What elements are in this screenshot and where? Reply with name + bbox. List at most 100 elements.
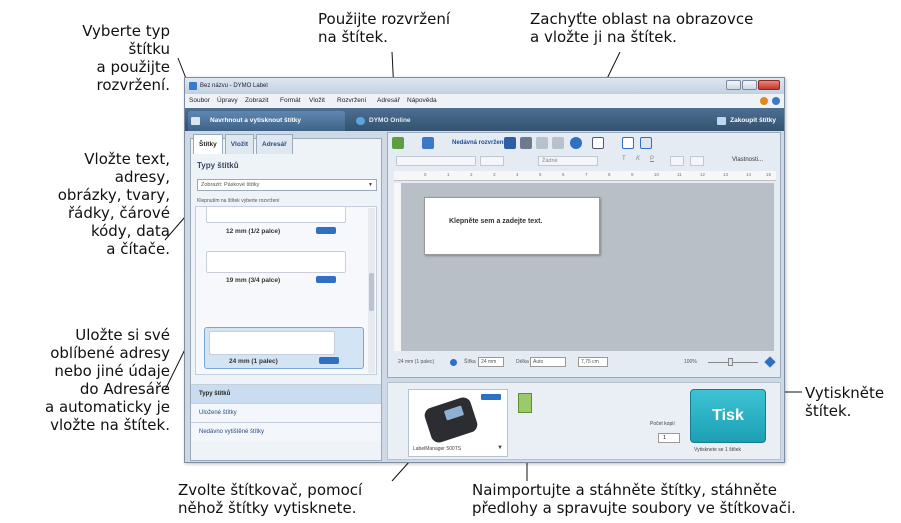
select-hint: Klepnutím na štítek vyberte rozvržení bbox=[197, 198, 280, 204]
label-item-19mm[interactable] bbox=[206, 251, 346, 273]
text-prompt: Klepněte sem a zadejte text. bbox=[449, 218, 543, 225]
length-input[interactable]: 7,75 cm bbox=[578, 357, 608, 367]
print-caption: Vytisknete se 1 štítek bbox=[694, 447, 742, 453]
tab-design-print[interactable]: Navrhnout a vytisknout štítky bbox=[188, 111, 345, 131]
callout-print: Vytiskněte štítek. bbox=[805, 384, 885, 420]
info-icon[interactable] bbox=[450, 359, 457, 366]
accordion-recent-labels[interactable]: Nedávno vytištěné štítky bbox=[191, 422, 381, 441]
properties-button[interactable]: Vlastnosti... bbox=[732, 157, 763, 163]
window-title: Bez názvu - DYMO Label bbox=[200, 83, 268, 89]
callout-capture: Zachyťte oblast na obrazovce a vložte ji… bbox=[530, 10, 754, 46]
menu-soubor[interactable]: Soubor bbox=[189, 94, 210, 108]
label-item-24mm-selected[interactable]: 24 mm (1 palec) bbox=[204, 327, 364, 369]
label-canvas: Klepněte sem a zadejte text. bbox=[402, 183, 774, 351]
ruler-tick: 12 bbox=[700, 172, 706, 177]
recent-layouts-button[interactable]: Nedávná rozvržení bbox=[438, 137, 505, 149]
label-filter-select[interactable]: Zobrazit: Páskové štítky ▼ bbox=[197, 179, 377, 191]
font-a-bold-icon[interactable] bbox=[640, 137, 652, 149]
font-a-icon[interactable] bbox=[622, 137, 634, 149]
layout-icon[interactable] bbox=[422, 137, 434, 149]
zoom-thumb[interactable] bbox=[728, 358, 733, 366]
print-icon[interactable] bbox=[520, 137, 532, 149]
accordion-label-types[interactable]: Typy štítků bbox=[191, 384, 381, 403]
tape-icon bbox=[481, 394, 501, 400]
font-select[interactable] bbox=[396, 156, 476, 166]
screen-capture-icon[interactable] bbox=[570, 137, 582, 149]
callout-import: Naimportujte a stáhněte štítky, stáhněte… bbox=[472, 481, 796, 517]
window-controls bbox=[726, 80, 780, 90]
ruler-tick: 7 bbox=[585, 172, 588, 177]
tape-icon bbox=[319, 357, 339, 364]
image-icon[interactable] bbox=[592, 137, 604, 149]
accordion-saved-labels[interactable]: Uložené štítky bbox=[191, 403, 381, 422]
print-button[interactable]: Tisk bbox=[690, 389, 766, 443]
menu-upravy[interactable]: Úpravy bbox=[217, 94, 238, 108]
buy-labels-button[interactable]: Zakoupit štítky bbox=[714, 111, 776, 131]
select-value: Páskové štítky bbox=[223, 182, 260, 188]
zoom-slider[interactable] bbox=[708, 362, 758, 363]
title-bar: Bez názvu - DYMO Label bbox=[185, 78, 784, 94]
menu-napoveda[interactable]: Nápověda bbox=[407, 94, 437, 108]
tab-online-label: DYMO Online bbox=[369, 117, 411, 124]
scroll-thumb[interactable] bbox=[369, 273, 374, 311]
align-left-button[interactable] bbox=[670, 156, 684, 166]
save-icon[interactable] bbox=[504, 137, 516, 149]
chevron-down-icon[interactable]: ▼ bbox=[497, 445, 503, 451]
menu-adresar[interactable]: Adresář bbox=[377, 94, 400, 108]
help-icon[interactable] bbox=[772, 97, 780, 105]
printer-name: LabelManager 500TS bbox=[413, 446, 462, 452]
insert-icon[interactable] bbox=[392, 137, 404, 149]
minimize-button[interactable] bbox=[726, 80, 741, 90]
ruler-tick: 13 bbox=[723, 172, 729, 177]
close-button[interactable] bbox=[758, 80, 780, 90]
style-select[interactable]: Žádné bbox=[538, 156, 598, 166]
vertical-ruler bbox=[394, 183, 402, 351]
tape-icon bbox=[316, 227, 336, 234]
bold-button[interactable]: T bbox=[622, 156, 626, 162]
menu-vlozit[interactable]: Vložit bbox=[309, 94, 325, 108]
maximize-button[interactable] bbox=[742, 80, 757, 90]
printer-image bbox=[422, 395, 480, 445]
editor-pane: Nedávná rozvržení Žádné T K P Vlastnosti… bbox=[387, 132, 781, 378]
status-bar: 24 mm (1 palec) Šířka 24 mm Délka Auto 7… bbox=[398, 355, 778, 369]
tab-insert[interactable]: Vložit bbox=[224, 134, 255, 154]
update-icon[interactable] bbox=[760, 97, 768, 105]
ruler-tick: 6 bbox=[562, 172, 565, 177]
copies-stepper[interactable]: 1 bbox=[658, 433, 680, 443]
ruler-tick: 4 bbox=[516, 172, 519, 177]
printer-panel: LabelManager 500TS ▼ Počet kopií 1 Tisk … bbox=[387, 382, 781, 460]
label-editor[interactable]: Klepněte sem a zadejte text. bbox=[424, 197, 600, 255]
undo-icon[interactable] bbox=[552, 137, 564, 149]
main-tabbar: Navrhnout a vytisknout štítky DYMO Onlin… bbox=[185, 108, 784, 131]
label-list: 12 mm (1/2 palce) 19 mm (3/4 palce) 24 m… bbox=[195, 206, 377, 375]
fit-icon[interactable] bbox=[764, 356, 776, 368]
copies-label: Počet kopií bbox=[650, 421, 675, 427]
ruler-tick: 5 bbox=[539, 172, 542, 177]
download-labels-button[interactable] bbox=[518, 393, 532, 413]
width-select[interactable]: 24 mm bbox=[478, 357, 504, 367]
menu-zobrazit[interactable]: Zobrazit bbox=[245, 94, 268, 108]
label-item-12mm[interactable] bbox=[206, 207, 346, 223]
label-list-scrollbar[interactable] bbox=[368, 208, 375, 373]
zoom-level: 100% bbox=[684, 359, 697, 365]
printer-selector[interactable]: LabelManager 500TS ▼ bbox=[408, 389, 508, 457]
format-toolbar: Žádné T K P Vlastnosti... bbox=[388, 153, 780, 169]
label-icon bbox=[191, 117, 200, 125]
dymo-window: Bez názvu - DYMO Label Soubor Úpravy Zob… bbox=[184, 77, 785, 463]
align-right-button[interactable] bbox=[690, 156, 704, 166]
callout-addressbook: Uložte si své oblíbené adresy nebo jiné … bbox=[44, 326, 170, 434]
globe-icon bbox=[356, 117, 365, 125]
insert-toolbar: Nedávná rozvržení bbox=[388, 133, 780, 153]
underline-button[interactable]: P bbox=[650, 156, 654, 162]
tab-addressbook[interactable]: Adresář bbox=[256, 134, 293, 154]
tab-dymo-online[interactable]: DYMO Online bbox=[353, 111, 411, 131]
paste-icon[interactable] bbox=[536, 137, 548, 149]
tab-labels[interactable]: Štítky bbox=[193, 134, 223, 154]
length-select[interactable]: Auto bbox=[530, 357, 566, 367]
panel-title: Typy štítků bbox=[197, 161, 239, 170]
menu-format[interactable]: Formát bbox=[280, 94, 301, 108]
menu-rozvrzeni[interactable]: Rozvržení bbox=[337, 94, 366, 108]
italic-button[interactable]: K bbox=[636, 156, 640, 162]
size-select[interactable] bbox=[480, 156, 504, 166]
ruler-tick: 1 bbox=[447, 172, 450, 177]
